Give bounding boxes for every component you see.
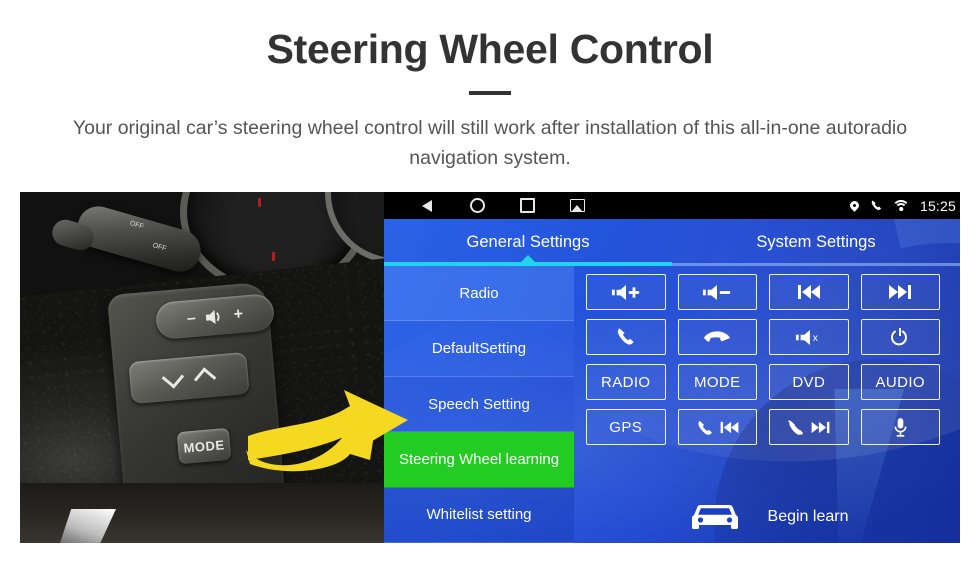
next-track-icon (889, 285, 912, 299)
sidebar-item-steering-wheel-learning[interactable]: Steering Wheel learning (384, 432, 574, 488)
speaker-minus-icon (703, 284, 731, 300)
stalk-label-off: OFF (151, 242, 168, 253)
call-answer-button[interactable] (586, 319, 666, 355)
speaker-plus-icon (611, 284, 639, 300)
car-icon (691, 505, 738, 529)
wheel-volume-down-label: – (186, 309, 197, 327)
svg-text:x: x (812, 333, 818, 344)
wifi-icon (892, 200, 911, 211)
tab-system-settings-label: System Settings (756, 233, 876, 251)
wheel-mode-button[interactable]: MODE (176, 427, 232, 465)
previous-track-button[interactable] (769, 274, 849, 310)
settings-screen-body: General Settings System Settings Radio D… (384, 219, 960, 543)
prev-track-icon (720, 421, 739, 433)
sidebar-item-default-setting[interactable]: DefaultSetting (384, 321, 574, 377)
tab-active-caret (521, 255, 535, 262)
android-status-bar: 15:25 (384, 192, 960, 219)
phone-icon (871, 200, 882, 210)
page-header: Steering Wheel Control Your original car… (0, 0, 980, 174)
power-icon (891, 328, 908, 346)
home-button[interactable] (452, 198, 502, 213)
screenshot-button[interactable] (552, 199, 602, 212)
back-button[interactable] (402, 199, 452, 212)
mute-button[interactable]: x (769, 319, 849, 355)
next-track-button[interactable] (860, 274, 940, 310)
gauge-redline-tick (272, 252, 275, 261)
media-row: OFF OFF – + MODE 15:25 General Settings … (20, 192, 960, 543)
volume-up-button[interactable] (586, 274, 666, 310)
gps-button[interactable]: GPS (586, 409, 666, 445)
tab-general-settings-label: General Settings (466, 233, 590, 251)
android-nav-bar (384, 198, 602, 213)
recents-button[interactable] (502, 198, 552, 213)
phone-hangup-icon (788, 419, 804, 435)
chevron-down-icon (161, 366, 185, 389)
sidebar-item-whitelist-setting[interactable]: Whitelist setting (384, 487, 574, 543)
speaker-mute-icon: x (795, 329, 818, 345)
sidebar-item-radio[interactable]: Radio (384, 266, 574, 322)
settings-sidebar: Radio DefaultSetting Speech Setting Stee… (384, 266, 574, 543)
steering-wheel-photo: OFF OFF – + MODE (20, 192, 384, 543)
sidebar-item-label: Whitelist setting (426, 506, 532, 524)
phone-icon (617, 328, 634, 345)
call-previous-button[interactable] (677, 409, 757, 445)
head-unit-screen: 15:25 General Settings System Settings R… (384, 192, 960, 543)
microphone-button[interactable] (860, 409, 940, 445)
tab-system-settings[interactable]: System Settings (672, 219, 960, 266)
back-icon (422, 199, 432, 212)
chevron-up-icon (193, 367, 217, 390)
hangup-next-button[interactable] (769, 409, 849, 445)
audio-button[interactable]: AUDIO (860, 364, 940, 400)
recents-icon (519, 198, 535, 213)
sidebar-item-speech-setting[interactable]: Speech Setting (384, 376, 574, 433)
phone-icon (698, 420, 712, 435)
speaker-icon (205, 309, 220, 324)
prev-track-icon (797, 285, 820, 299)
wheel-volume-up-label: + (232, 305, 244, 323)
title-divider (469, 91, 511, 96)
begin-learn-bar[interactable]: Begin learn (574, 491, 960, 543)
phone-hangup-icon (704, 331, 731, 342)
next-track-icon (811, 421, 830, 433)
microphone-icon (894, 417, 907, 437)
begin-learn-label: Begin learn (767, 508, 849, 525)
status-clock: 15:25 (919, 197, 956, 214)
settings-tabs: General Settings System Settings (384, 219, 960, 266)
dvd-button[interactable]: DVD (769, 364, 849, 400)
sidebar-item-label: Speech Setting (428, 395, 530, 413)
stalk-label-off: OFF (128, 220, 145, 231)
gauge-redline-tick (258, 198, 261, 207)
yellow-arrow (242, 380, 412, 478)
tab-general-settings[interactable]: General Settings (384, 219, 672, 266)
status-icons: 15:25 (848, 197, 960, 214)
screenshot-icon (569, 199, 585, 212)
sidebar-item-label: Steering Wheel learning (398, 450, 560, 468)
page-subtitle: Your original car’s steering wheel contr… (72, 117, 908, 170)
mode-button[interactable]: MODE (677, 364, 757, 400)
sidebar-item-label: Radio (459, 284, 499, 302)
home-icon (469, 198, 485, 213)
radio-button[interactable]: RADIO (586, 364, 666, 400)
power-button[interactable] (860, 319, 940, 355)
call-hangup-button[interactable] (677, 319, 757, 355)
location-pin-icon (848, 199, 861, 212)
page-title: Steering Wheel Control (266, 26, 714, 72)
volume-down-button[interactable] (677, 274, 757, 310)
sidebar-item-label: DefaultSetting (431, 340, 527, 358)
